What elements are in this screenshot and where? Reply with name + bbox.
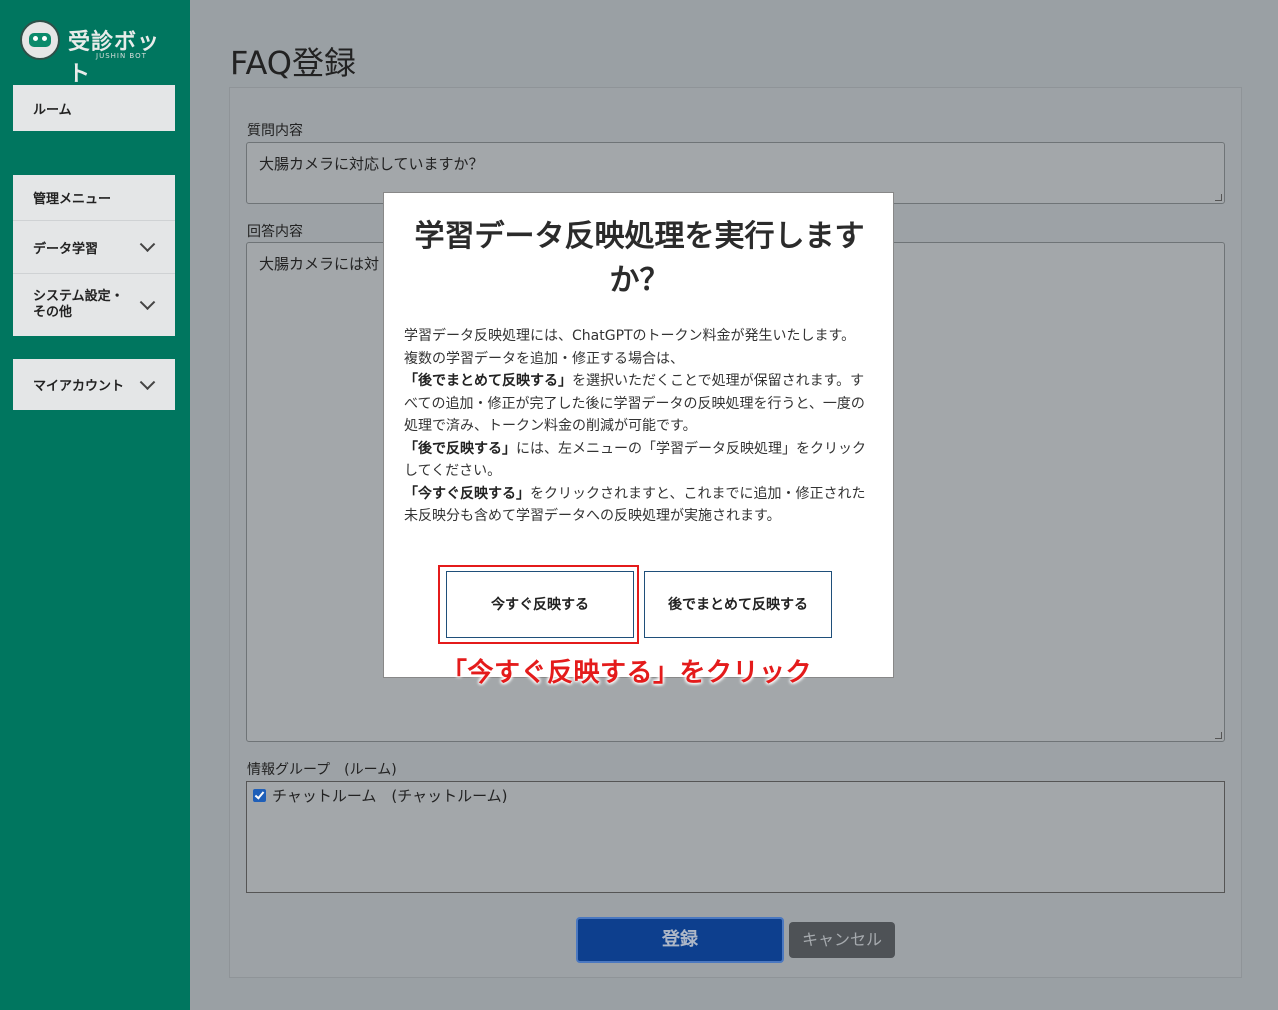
- annotation-highlight-box: [438, 565, 639, 644]
- answer-label: 回答内容: [247, 224, 303, 240]
- apply-later-button[interactable]: 後でまとめて反映する: [644, 571, 832, 638]
- sidebar-item-system-settings[interactable]: システム設定・その他: [13, 274, 175, 336]
- checked-checkbox-icon[interactable]: [253, 789, 266, 802]
- sidebar-admin-block: 管理メニュー データ学習 システム設定・その他: [13, 175, 175, 336]
- robot-logo-icon: [20, 20, 60, 60]
- dialog-paragraph: 「後で反映する」には、左メニューの「学習データ反映処理」をクリックしてください。: [404, 438, 874, 483]
- sidebar-item-room[interactable]: ルーム: [13, 85, 175, 131]
- question-value: 大腸カメラに対応していますか？: [259, 155, 484, 173]
- answer-value: 大腸カメラには対: [259, 255, 380, 273]
- sidebar-item-label: システム設定・その他: [33, 289, 124, 320]
- page-title: FAQ登録: [230, 44, 356, 82]
- sidebar-item-label: マイアカウント: [33, 379, 125, 394]
- annotation-callout: 「今すぐ反映する」をクリック: [441, 658, 813, 688]
- group-listbox: チャットルーム (チャットルーム): [246, 781, 1225, 893]
- cancel-button[interactable]: キャンセル: [789, 922, 895, 958]
- dialog-paragraph: 複数の学習データを追加・修正する場合は、: [404, 350, 684, 367]
- sidebar-item-data-learning[interactable]: データ学習: [13, 221, 175, 274]
- group-option-chat-room[interactable]: チャットルーム (チャットルーム): [253, 785, 508, 806]
- resize-handle-icon[interactable]: [1215, 732, 1222, 739]
- chevron-down-icon: [139, 373, 156, 390]
- resize-handle-icon[interactable]: [1215, 194, 1222, 201]
- logo-subtitle: JUSHIN BOT: [96, 52, 147, 60]
- question-label: 質問内容: [247, 123, 303, 139]
- sidebar-item-label: データ学習: [33, 241, 99, 257]
- sidebar-account-block: マイアカウント: [13, 359, 175, 410]
- sidebar-item-label: 管理メニュー: [33, 192, 112, 207]
- group-option-label: チャットルーム (チャットルーム): [272, 787, 508, 805]
- dialog-paragraph: 学習データ反映処理には、ChatGPTのトークン料金が発生いたします。: [404, 328, 856, 344]
- group-label: 情報グループ (ルーム): [247, 762, 397, 778]
- sidebar-room-block: ルーム: [13, 85, 175, 131]
- chevron-down-icon: [139, 294, 156, 311]
- dialog-body: 学習データ反映処理には、ChatGPTのトークン料金が発生いたします。 複数の学…: [404, 325, 874, 528]
- dialog-emphasis: 「後で反映する」: [404, 440, 516, 457]
- dialog-paragraph: 「今すぐ反映する」をクリックされますと、これまでに追加・修正された未反映分も含め…: [404, 483, 874, 528]
- sidebar: 受診ボット JUSHIN BOT ルーム 管理メニュー データ学習 システム設定…: [0, 0, 190, 1010]
- dialog-emphasis: 「後でまとめて反映する」: [404, 373, 572, 389]
- sidebar-item-my-account[interactable]: マイアカウント: [13, 359, 175, 410]
- dialog-emphasis: 「今すぐ反映する」: [404, 485, 530, 502]
- dialog-paragraph: 「後でまとめて反映する」を選択いただくことで処理が保留されます。すべての追加・修…: [404, 370, 874, 438]
- submit-button[interactable]: 登録: [576, 917, 784, 963]
- app-logo[interactable]: 受診ボット JUSHIN BOT: [20, 20, 180, 87]
- sidebar-item-admin-menu[interactable]: 管理メニュー: [13, 175, 175, 221]
- chevron-down-icon: [139, 236, 156, 253]
- dialog-title: 学習データ反映処理を実行しますか？: [414, 219, 865, 298]
